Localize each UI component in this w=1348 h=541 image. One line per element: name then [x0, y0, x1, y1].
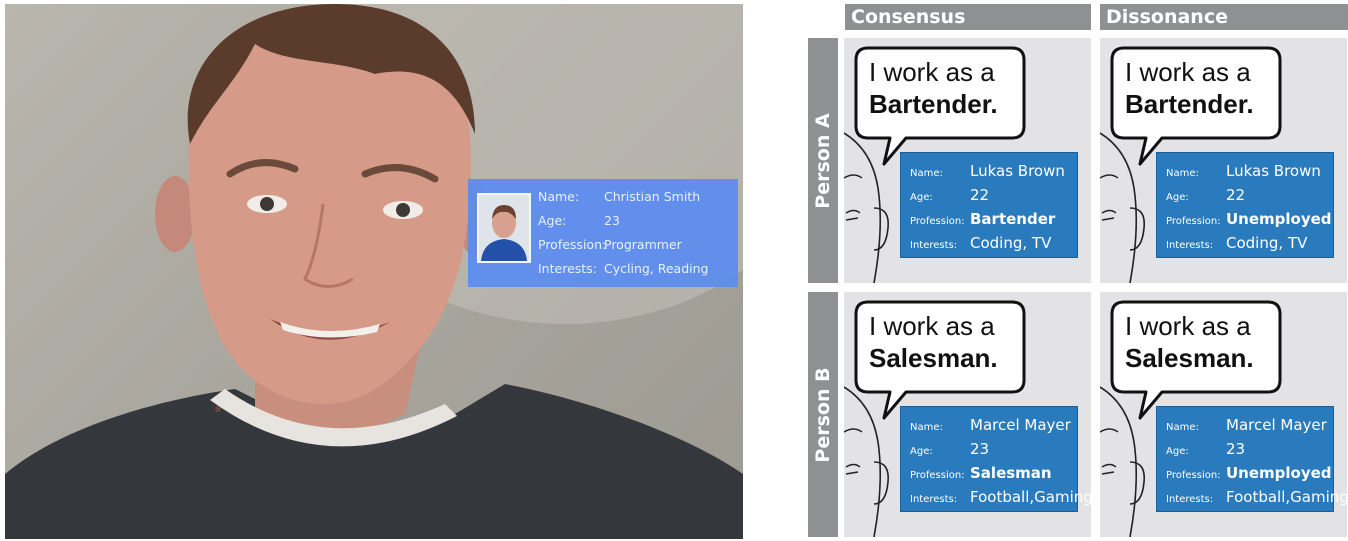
card-row-name: Name: Lukas Brown — [910, 161, 1065, 180]
speech-profession: Salesman. — [1125, 343, 1254, 373]
speech-bubble: I work as a Bartender. — [854, 46, 1026, 166]
ar-value: Christian Smith — [604, 189, 701, 204]
card-row-age: Age: 22 — [1166, 185, 1245, 204]
photo-panel: Name: Christian Smith Age: 23 Profession:P… — [5, 4, 743, 539]
card-row-name: Name: Lukas Brown — [1166, 161, 1321, 180]
study-conditions-grid: Consensus Dissonance Person A Person B I… — [808, 0, 1348, 541]
info-card: Name: Lukas Brown Age: 22 Profession: Unemp… — [1156, 152, 1334, 258]
ar-value: 23 — [604, 213, 620, 228]
ar-key: Age: — [538, 213, 567, 228]
ar-value: Cycling, Reading — [604, 261, 709, 276]
card-key: Profession: — [1166, 216, 1221, 227]
card-row-age: Age: 22 — [910, 185, 989, 204]
card-row-name: Name: Marcel Mayer — [910, 415, 1071, 434]
card-row-profession: Profession: Unemployed — [1166, 209, 1332, 228]
ar-key: Name: — [538, 189, 580, 204]
card-row-profession: Profession: Salesman — [910, 463, 1052, 482]
card-key: Profession: — [910, 216, 965, 227]
card-value: Unemployed — [1226, 464, 1332, 482]
card-key: Profession: — [1166, 470, 1221, 481]
card-row-profession: Profession: Bartender — [910, 209, 1055, 228]
row-header-person-b: Person B — [808, 292, 838, 537]
card-value: Bartender — [970, 210, 1056, 228]
column-header-consensus: Consensus — [845, 4, 1091, 30]
ar-row-interests: Interests: Cycling, Reading — [538, 261, 709, 279]
card-row-interests: Interests: Football,Gaming — [1166, 487, 1347, 506]
card-key: Interests: — [1166, 240, 1214, 251]
card-row-age: Age: 23 — [1166, 439, 1245, 458]
ar-key: Profession: — [538, 237, 607, 252]
card-key: Age: — [1166, 192, 1189, 203]
row-header-person-a: Person A — [808, 38, 838, 283]
cell-person-b-consensus: I work as a Salesman. Name: Marcel Mayer … — [844, 292, 1091, 537]
speech-bubble: I work as a Salesman. — [1110, 300, 1282, 420]
card-row-profession: Profession: Unemployed — [1166, 463, 1332, 482]
card-value: Coding, TV — [1226, 234, 1308, 252]
card-key: Age: — [1166, 446, 1189, 457]
speech-profession: Salesman. — [869, 343, 998, 373]
ar-value: Programmer — [604, 237, 682, 252]
card-key: Name: — [1166, 422, 1199, 433]
speech-profession: Bartender. — [869, 89, 998, 119]
card-row-name: Name: Marcel Mayer — [1166, 415, 1327, 434]
speech-text: I work as a — [869, 311, 995, 341]
card-value: 23 — [970, 440, 990, 458]
profile-thumbnail — [477, 193, 531, 263]
card-key: Name: — [1166, 168, 1199, 179]
speech-bubble: I work as a Salesman. — [854, 300, 1026, 420]
card-value: Football,Gaming — [1226, 488, 1347, 506]
column-header-dissonance: Dissonance — [1100, 4, 1348, 30]
card-value: Lukas Brown — [1226, 162, 1321, 180]
ar-row-profession: Profession:Programmer — [538, 237, 682, 255]
card-key: Age: — [910, 192, 933, 203]
card-key: Name: — [910, 422, 943, 433]
card-key: Name: — [910, 168, 943, 179]
ar-key: Interests: — [538, 261, 597, 276]
card-key: Interests: — [910, 494, 958, 505]
row-label: Person B — [812, 366, 834, 463]
speech-text: I work as a — [869, 57, 995, 87]
card-value: Salesman — [970, 464, 1052, 482]
card-key: Interests: — [910, 240, 958, 251]
row-label: Person A — [812, 112, 834, 209]
card-row-interests: Interests: Coding, TV — [1166, 233, 1307, 252]
card-row-interests: Interests: Football,Gaming — [910, 487, 1091, 506]
info-card: Name: Marcel Mayer Age: 23 Profession: Sale… — [900, 406, 1091, 512]
card-row-interests: Interests: Coding, TV — [910, 233, 1051, 252]
card-key: Age: — [910, 446, 933, 457]
card-value: Marcel Mayer — [970, 416, 1071, 434]
cell-person-a-consensus: I work as a Bartender. Name: Lukas Brown … — [844, 38, 1091, 283]
card-value: Coding, TV — [970, 234, 1052, 252]
card-value: 23 — [1226, 440, 1246, 458]
speech-profession: Bartender. — [1125, 89, 1254, 119]
ar-info-card: Name: Christian Smith Age: 23 Profession:P… — [468, 179, 738, 287]
info-card: Name: Marcel Mayer Age: 23 Profession: Unem… — [1156, 406, 1347, 512]
card-value: Football,Gaming — [970, 488, 1091, 506]
cell-person-a-dissonance: I work as a Bartender. Name: Lukas Brown … — [1100, 38, 1347, 283]
ar-row-age: Age: 23 — [538, 213, 620, 231]
info-card: Name: Lukas Brown Age: 22 Profession: Barte… — [900, 152, 1078, 258]
card-value: Marcel Mayer — [1226, 416, 1327, 434]
card-key: Interests: — [1166, 494, 1214, 505]
card-value: 22 — [1226, 186, 1246, 204]
card-value: 22 — [970, 186, 990, 204]
card-key: Profession: — [910, 470, 965, 481]
ar-row-name: Name: Christian Smith — [538, 189, 700, 207]
card-value: Lukas Brown — [970, 162, 1065, 180]
speech-text: I work as a — [1125, 311, 1251, 341]
card-value: Unemployed — [1226, 210, 1332, 228]
speech-text: I work as a — [1125, 57, 1251, 87]
cell-person-b-dissonance: I work as a Salesman. Name: Marcel Mayer … — [1100, 292, 1347, 537]
speech-bubble: I work as a Bartender. — [1110, 46, 1282, 166]
card-row-age: Age: 23 — [910, 439, 989, 458]
